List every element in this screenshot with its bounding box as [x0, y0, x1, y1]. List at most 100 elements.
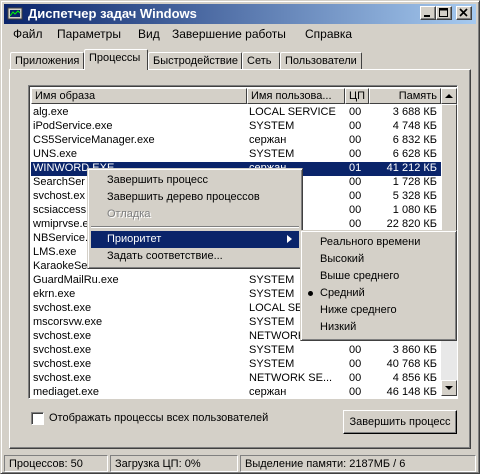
cell-memory: 40 768 КБ	[386, 358, 437, 370]
cell-user-name: LOCAL SERVICE	[249, 106, 336, 118]
menu-item-priority[interactable]: Приоритет	[91, 231, 299, 248]
cell-user-name: SYSTEM	[249, 344, 295, 356]
priority-label: Приоритет	[107, 233, 162, 245]
scroll-down-button[interactable]	[441, 380, 457, 396]
priority-realtime[interactable]: Реального времени	[304, 234, 453, 251]
cell-cpu: 00	[349, 204, 362, 216]
table-row[interactable]: svchost.exe SYSTEM 00 40 768 КБ	[31, 358, 441, 372]
cell-cpu: 00	[349, 218, 362, 230]
cell-cpu: 00	[349, 176, 362, 188]
status-memory: Выделение памяти: 2187МБ / 6	[240, 455, 476, 472]
menu-item-end-process[interactable]: Завершить процесс	[91, 172, 299, 189]
cell-memory: 46 148 КБ	[386, 386, 437, 398]
show-all-users-checkbox[interactable]	[31, 412, 44, 425]
menu-item-debug: Отладка	[107, 208, 151, 220]
cell-memory: 1 080 КБ	[392, 204, 437, 216]
cell-image-name: svchost.exe	[33, 330, 92, 342]
app-icon	[7, 7, 23, 20]
cell-cpu: 00	[349, 358, 362, 370]
title-bar[interactable]: Диспетчер задач Windows	[4, 4, 476, 24]
cell-memory: 6 628 КБ	[392, 148, 437, 160]
priority-normal[interactable]: Средний	[304, 285, 453, 302]
table-row[interactable]: svchost.exe NETWORK SE... 00 4 856 КБ	[31, 372, 441, 386]
cell-user-name: сержан	[249, 134, 287, 146]
cell-image-name: CS5ServiceManager.exe	[33, 134, 155, 146]
cell-memory: 22 820 КБ	[386, 218, 437, 230]
cell-cpu: 00	[349, 120, 362, 132]
cell-user-name: NETWORK SE...	[249, 372, 333, 384]
cell-memory: 4 748 КБ	[392, 120, 437, 132]
table-row[interactable]: mediaget.exe сержан 00 46 148 КБ	[31, 386, 441, 398]
cell-cpu: 00	[349, 386, 362, 398]
tab-performance[interactable]: Быстродействие	[148, 52, 242, 70]
menu-item-end-process-tree[interactable]: Завершить дерево процессов	[91, 189, 299, 206]
minimize-button[interactable]	[420, 6, 436, 20]
minimize-icon	[424, 15, 430, 17]
cell-image-name: svchost.exe	[33, 372, 92, 384]
cell-cpu: 01	[349, 162, 362, 174]
cell-memory: 6 832 КБ	[392, 134, 437, 146]
context-menu: Завершить процесс Завершить дерево проце…	[87, 168, 303, 269]
cell-image-name: UNS.exe	[33, 148, 78, 160]
table-row[interactable]: CS5ServiceManager.exe сержан 00 6 832 КБ	[31, 134, 441, 148]
table-row[interactable]: svchost.exe SYSTEM 00 3 860 КБ	[31, 344, 441, 358]
tab-network[interactable]: Сеть	[242, 52, 280, 70]
tab-processes[interactable]: Процессы	[84, 49, 148, 70]
cell-user-name: SYSTEM	[249, 358, 295, 370]
cell-memory: 1 728 КБ	[392, 176, 437, 188]
menu-shutdown[interactable]: Завершение работы	[172, 27, 286, 41]
scroll-up-button[interactable]	[441, 88, 457, 104]
menu-file[interactable]: Файл	[13, 27, 43, 41]
menu-help[interactable]: Справка	[305, 27, 352, 41]
cell-user-name: сержан	[249, 386, 287, 398]
tab-users[interactable]: Пользователи	[280, 52, 362, 70]
close-button[interactable]	[456, 6, 472, 20]
cell-cpu: 00	[349, 148, 362, 160]
cell-cpu: 00	[349, 190, 362, 202]
task-manager-window: Диспетчер задач Windows Файл Параметры В…	[0, 0, 480, 474]
cell-memory: 4 856 КБ	[392, 372, 437, 384]
cell-user-name: SYSTEM	[249, 120, 295, 132]
cell-image-name: svchost.exe	[33, 358, 92, 370]
cell-image-name: ekrn.exe	[33, 288, 76, 300]
table-row[interactable]: UNS.exe SYSTEM 00 6 628 КБ	[31, 148, 441, 162]
menu-options[interactable]: Параметры	[57, 27, 121, 41]
column-user-name[interactable]: Имя пользова...	[247, 88, 345, 104]
maximize-button[interactable]	[436, 6, 452, 20]
column-memory[interactable]: Память	[369, 88, 441, 104]
cell-image-name: GuardMailRu.exe	[33, 274, 119, 286]
show-all-users-label[interactable]: Отображать процессы всех пользователей	[49, 412, 268, 424]
submenu-arrow-icon	[287, 235, 292, 243]
scroll-down-icon	[445, 386, 453, 390]
cell-cpu: 00	[349, 106, 362, 118]
table-row[interactable]: iPodService.exe SYSTEM 00 4 748 КБ	[31, 120, 441, 134]
tab-applications[interactable]: Приложения	[10, 52, 84, 70]
priority-above-normal[interactable]: Выше среднего	[304, 268, 453, 285]
cell-memory: 5 328 КБ	[392, 190, 437, 202]
table-row[interactable]: alg.exe LOCAL SERVICE 00 3 688 КБ	[31, 106, 441, 120]
cell-image-name: svchost.exe	[33, 302, 92, 314]
cell-image-name: svchost.exe	[33, 344, 92, 356]
column-image-name[interactable]: Имя образа	[31, 88, 247, 104]
priority-low[interactable]: Низкий	[304, 319, 453, 336]
close-icon	[459, 8, 468, 17]
scroll-up-icon	[445, 94, 453, 98]
radio-bullet-icon	[308, 291, 313, 296]
cell-memory: 3 688 КБ	[392, 106, 437, 118]
cell-image-name: alg.exe	[33, 106, 69, 118]
cell-image-name: mediaget.exe	[33, 386, 100, 398]
priority-below-normal[interactable]: Ниже среднего	[304, 302, 453, 319]
cell-user-name: SYSTEM	[249, 148, 295, 160]
menu-separator	[91, 226, 299, 228]
priority-high[interactable]: Высокий	[304, 251, 453, 268]
end-process-button[interactable]: Завершить процесс	[343, 410, 457, 434]
priority-normal-label: Средний	[320, 287, 365, 299]
menu-item-set-affinity[interactable]: Задать соответствие...	[91, 248, 299, 265]
column-cpu[interactable]: ЦП	[345, 88, 369, 104]
priority-submenu: Реального времени Высокий Выше среднего …	[300, 230, 457, 341]
status-processes: Процессов: 50	[4, 455, 108, 472]
cell-image-name: iPodService.exe	[33, 120, 113, 132]
menu-view[interactable]: Вид	[138, 27, 160, 41]
maximize-icon	[439, 8, 448, 17]
status-bar: Процессов: 50 Загрузка ЦП: 0% Выделение …	[4, 455, 476, 473]
